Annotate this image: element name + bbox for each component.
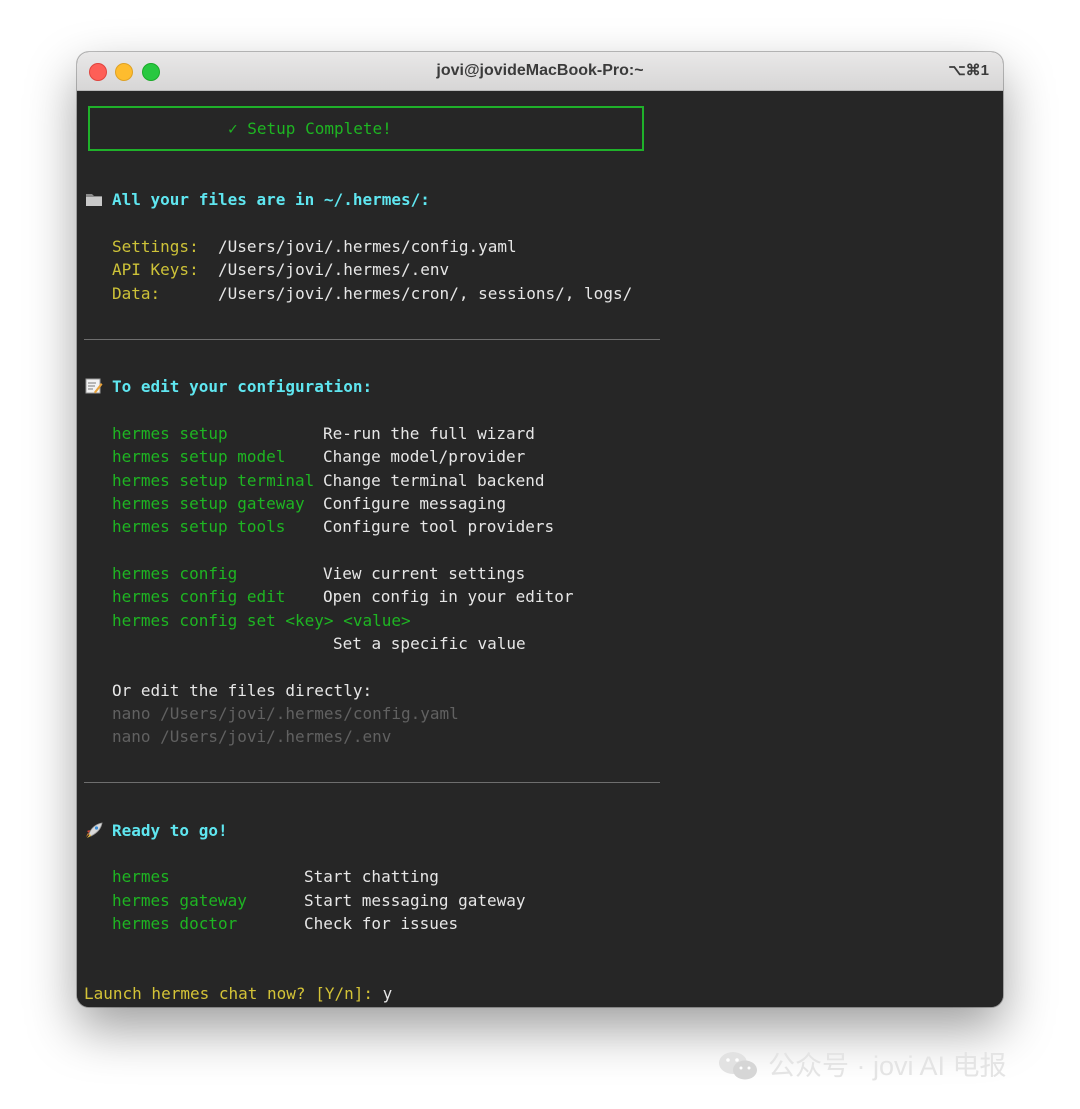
config-edit-desc: Open config in your editor <box>323 587 574 606</box>
launch-prompt-answer: y <box>382 984 393 1003</box>
nano-env-line: nano /Users/jovi/.hermes/.env <box>112 727 392 746</box>
setup-cmd: hermes setup <box>112 424 228 443</box>
config-edit-cmd: hermes config edit <box>112 587 286 606</box>
setup-tools-cmd: hermes setup tools <box>112 517 286 536</box>
launch-prompt[interactable]: Launch hermes chat now? [Y/n]: y <box>84 984 392 1004</box>
title-bar: jovi@jovideMacBook-Pro:~ ⌥⌘1 <box>77 52 1003 91</box>
setup-model-cmd: hermes setup model <box>112 447 286 466</box>
terminal-content[interactable]: ✓ Setup Complete! All your files are in … <box>77 91 1003 1007</box>
setup-complete-box: ✓ Setup Complete! <box>88 106 644 151</box>
ready-heading: Ready to go! <box>112 821 228 840</box>
files-path-data: /Users/jovi/.hermes/cron/, sessions/, lo… <box>218 284 633 303</box>
hermes-cmd-desc: Start chatting <box>304 867 439 886</box>
folder-icon <box>86 194 102 206</box>
setup-gateway-cmd: hermes setup gateway <box>112 494 305 513</box>
config-cmd-desc: View current settings <box>323 564 526 583</box>
nano-config-line: nano /Users/jovi/.hermes/config.yaml <box>112 704 459 723</box>
config-cmd: hermes config <box>112 564 238 583</box>
setup-tools-desc: Configure tool providers <box>323 517 555 536</box>
memo-icon <box>85 378 103 394</box>
divider <box>84 782 660 783</box>
files-path-api-keys: /Users/jovi/.hermes/.env <box>218 260 450 279</box>
hermes-doctor-desc: Check for issues <box>304 914 459 933</box>
hermes-doctor-cmd: hermes doctor <box>112 914 238 933</box>
setup-cmd-desc: Re-run the full wizard <box>323 424 535 443</box>
window-title: jovi@jovideMacBook-Pro:~ <box>436 62 644 79</box>
launch-prompt-text: Launch hermes chat now? [Y/n]: <box>84 984 383 1003</box>
files-heading: All your files are in ~/.hermes/: <box>112 190 430 209</box>
hermes-gateway-desc: Start messaging gateway <box>304 891 526 910</box>
setup-gateway-desc: Configure messaging <box>323 494 507 513</box>
files-label-data: Data: <box>112 284 161 303</box>
setup-terminal-desc: Change terminal backend <box>323 471 545 490</box>
hermes-cmd: hermes <box>112 867 170 886</box>
watermark-text: 公众号 · jovi AI 电报 <box>768 1051 1007 1081</box>
rocket-icon <box>86 822 103 838</box>
window-shortcut: ⌥⌘1 <box>948 62 989 79</box>
edit-directly-text: Or edit the files directly: <box>112 681 373 700</box>
files-path-settings: /Users/jovi/.hermes/config.yaml <box>218 237 517 256</box>
terminal-window: jovi@jovideMacBook-Pro:~ ⌥⌘1 ✓ Setup Com… <box>77 52 1003 1007</box>
config-set-desc: Set a specific value <box>333 634 526 653</box>
config-heading: To edit your configuration: <box>112 377 373 396</box>
setup-terminal-cmd: hermes setup terminal <box>112 471 315 490</box>
hermes-gateway-cmd: hermes gateway <box>112 891 247 910</box>
files-label-settings: Settings: <box>112 237 199 256</box>
wechat-icon <box>719 1052 757 1080</box>
setup-model-desc: Change model/provider <box>323 447 526 466</box>
config-set-cmd: hermes config set <key> <value> <box>112 611 411 630</box>
setup-complete-text: ✓ Setup Complete! <box>228 119 392 138</box>
files-label-api-keys: API Keys: <box>112 260 199 279</box>
divider <box>84 339 660 340</box>
